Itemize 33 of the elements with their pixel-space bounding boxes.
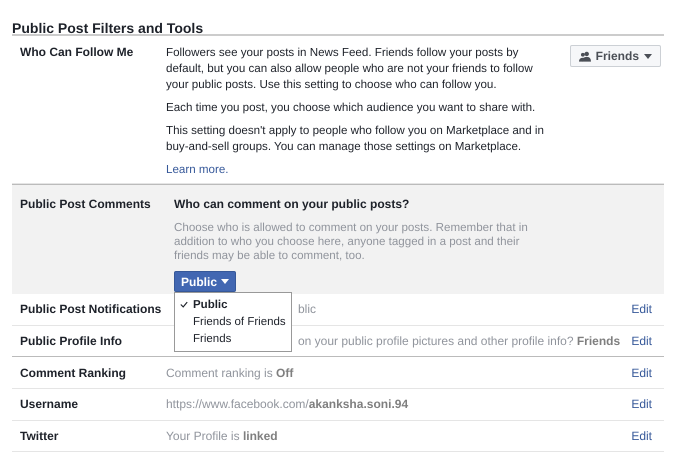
edit-link[interactable]: Edit bbox=[631, 429, 664, 444]
page-title: Public Post Filters and Tools bbox=[11, 19, 204, 34]
setting-value: https://www.facebook.com/akanksha.soni.94 bbox=[166, 397, 408, 412]
edit-link[interactable]: Edit bbox=[631, 366, 664, 380]
setting-label: Username bbox=[19, 397, 80, 412]
question-text: Who can comment on your public posts? bbox=[174, 197, 410, 211]
edit-link[interactable]: Edit bbox=[631, 397, 664, 412]
menu-item[interactable]: Friends bbox=[175, 330, 291, 347]
setting-label: Who Can Follow Me bbox=[19, 45, 134, 61]
setting-label: Public Profile Info bbox=[19, 334, 124, 348]
check-icon bbox=[180, 301, 188, 308]
setting-value: on your public profile pictures and other profile info? Friends bbox=[298, 334, 620, 348]
help-text: Choose who is allowed to comment on your posts. Remember that in addition to who you choose here, anyone tagged in a post and their friends may be able to comment, too. bbox=[174, 221, 529, 263]
menu-item[interactable]: Public bbox=[175, 296, 291, 313]
description-text: This setting doesn't apply to people who follow you on Marketplace and in buy-and-sell groups. You can manage those settings on Marketplace. bbox=[166, 123, 545, 155]
setting-label: Public Post Notifications bbox=[19, 302, 162, 316]
audience-dropdown[interactable]: Friends bbox=[570, 45, 661, 67]
people-icon bbox=[578, 50, 591, 62]
setting-value: blic bbox=[298, 302, 316, 316]
menu-item[interactable]: Friends of Friends bbox=[175, 313, 291, 330]
setting-label: Public Post Comments bbox=[19, 197, 152, 213]
setting-value: Comment ranking is Off bbox=[166, 366, 294, 380]
caret-icon bbox=[644, 54, 652, 58]
learn-more-link[interactable]: Learn more. bbox=[166, 163, 229, 176]
privacy-dropdown[interactable]: Public bbox=[174, 271, 236, 292]
edit-link[interactable]: Edit bbox=[631, 302, 664, 316]
caret-icon bbox=[221, 279, 230, 284]
edit-link[interactable]: Edit bbox=[631, 334, 664, 348]
setting-value: Your Profile is linked bbox=[166, 429, 278, 444]
description-text: Followers see your posts in News Feed. Friends follow your posts by default, but you can also allow people who are not your friends to follow your public posts. Use this setting to choose who can follow you. bbox=[166, 45, 534, 93]
description-text: Each time you post, you choose which audience you want to share with. bbox=[166, 100, 536, 116]
setting-label: Twitter bbox=[19, 429, 60, 444]
setting-label: Comment Ranking bbox=[19, 366, 128, 380]
